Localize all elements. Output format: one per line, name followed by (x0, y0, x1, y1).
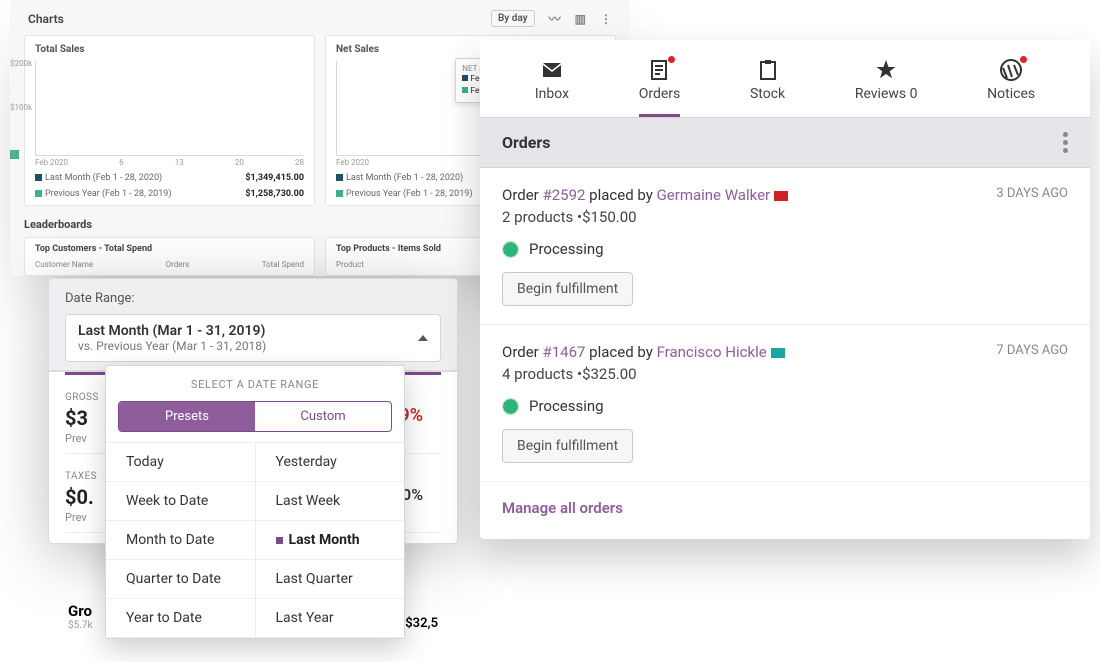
star-icon (874, 58, 898, 82)
preset-option[interactable]: Today (106, 443, 255, 482)
order-title: Order #2592 placed by Germaine Walker (502, 186, 788, 204)
total-sales-chart: Total Sales $200k $100k $0 Feb 2020 6 13… (24, 35, 315, 206)
activity-tabs: Inbox Orders Stock Reviews 0 Notices (480, 40, 1090, 117)
preset-custom-toggle[interactable]: Presets Custom (118, 401, 392, 432)
order-summary: 4 products •$325.00 (502, 365, 1068, 383)
order-status: Processing (502, 240, 1068, 258)
mail-icon (540, 58, 564, 82)
status-dot-icon (502, 241, 519, 258)
order-status: Processing (502, 397, 1068, 415)
preset-option[interactable]: Week to Date (106, 482, 255, 521)
seg-custom[interactable]: Custom (255, 402, 391, 431)
seg-presets[interactable]: Presets (119, 402, 255, 431)
metric-gross-row: Gro $5.7k $32,5 (48, 602, 458, 631)
manage-orders-link[interactable]: Manage all orders (502, 499, 623, 517)
order-summary: 2 products •$150.00 (502, 208, 1068, 226)
chart-title: Total Sales (35, 44, 304, 55)
kebab-icon[interactable] (1063, 132, 1068, 153)
orders-panel: Inbox Orders Stock Reviews 0 Notices Ord… (480, 40, 1090, 539)
wordpress-icon (999, 58, 1023, 82)
bar-chart-icon[interactable]: ▥ (575, 12, 586, 26)
flag-icon (774, 191, 788, 201)
date-range-label: Date Range: (65, 291, 441, 306)
customer-link[interactable]: Francisco Hickle (657, 343, 767, 361)
kebab-icon[interactable]: ⋮ (600, 12, 612, 26)
preset-option[interactable]: Last Week (255, 482, 405, 521)
order-item: Order #2592 placed by Germaine Walker 3 … (480, 168, 1090, 325)
customer-link[interactable]: Germaine Walker (657, 186, 771, 204)
order-number-link[interactable]: #2592 (542, 186, 585, 204)
popup-title: SELECT A DATE RANGE (106, 366, 404, 401)
order-number-link[interactable]: #1467 (542, 343, 585, 361)
order-age: 3 DAYS AGO (996, 186, 1068, 201)
status-dot-icon (502, 398, 519, 415)
preset-option[interactable]: Last Month (255, 521, 405, 560)
begin-fulfillment-button[interactable]: Begin fulfillment (502, 272, 633, 306)
date-range-select[interactable]: Last Month (Mar 1 - 31, 2019) vs. Previo… (65, 314, 441, 362)
date-range-popup: SELECT A DATE RANGE Presets Custom Today… (105, 365, 405, 639)
preset-option[interactable]: Yesterday (255, 443, 405, 482)
granularity-select[interactable]: By day (491, 10, 535, 27)
tab-notices[interactable]: Notices (987, 58, 1035, 117)
caret-up-icon (418, 335, 428, 341)
tab-stock[interactable]: Stock (750, 58, 785, 117)
tab-inbox[interactable]: Inbox (535, 58, 569, 117)
orders-title: Orders (502, 133, 550, 152)
order-item: Order #1467 placed by Francisco Hickle 7… (480, 325, 1090, 482)
charts-title: Charts (28, 12, 64, 26)
order-age: 7 DAYS AGO (996, 343, 1068, 358)
leaderboard-customers: Top Customers - Total Spend Customer Nam… (24, 237, 315, 276)
flag-icon (771, 348, 785, 358)
order-title: Order #1467 placed by Francisco Hickle (502, 343, 785, 361)
preset-option[interactable]: Month to Date (106, 521, 255, 560)
orders-icon (647, 58, 671, 82)
begin-fulfillment-button[interactable]: Begin fulfillment (502, 429, 633, 463)
preset-option[interactable]: Last Quarter (255, 560, 405, 599)
line-chart-icon[interactable]: 〰 (549, 10, 561, 27)
tab-orders[interactable]: Orders (639, 58, 681, 117)
tab-reviews[interactable]: Reviews 0 (855, 58, 918, 117)
preset-option[interactable]: Quarter to Date (106, 560, 255, 599)
clipboard-icon (756, 58, 780, 82)
